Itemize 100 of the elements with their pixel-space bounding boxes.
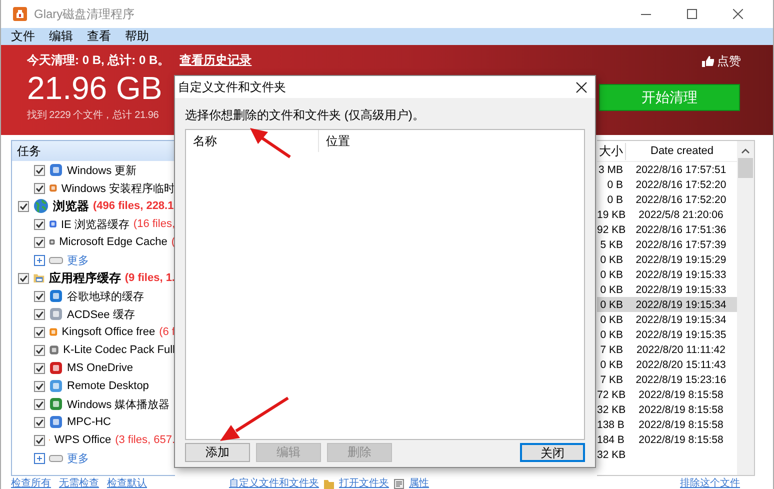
date-cell-text: 2022/8/16 17:52:20 [634,178,728,190]
checkbox[interactable] [34,362,45,374]
checkbox[interactable] [34,218,45,230]
task-label[interactable]: MPC-HC [67,416,111,428]
annotation-arrow [250,128,291,158]
date-cell-text: 2022/8/16 17:51:36 [634,224,728,236]
footer-link[interactable]: 打开文件夹 [339,478,389,489]
file-row[interactable]: 72 KB 2022/8/19 8:15:58 [597,387,737,402]
history-link[interactable]: 查看历史记录 [180,52,252,69]
file-row[interactable]: 5 KB 2022/8/16 17:57:39 [597,237,737,252]
task-label[interactable]: K-Lite Codec Pack Full [63,344,175,356]
task-label[interactable]: Kingsoft Office free [62,326,156,338]
date-cell-text: 2022/8/19 19:15:33 [634,284,728,296]
menu-item[interactable]: 编辑 [49,28,73,45]
checkbox[interactable] [34,434,45,446]
folder-icon [324,478,334,488]
file-row[interactable]: 19 KB 2022/5/8 21:20:06 [597,207,737,222]
menu-item[interactable]: 查看 [87,28,111,45]
checkbox[interactable] [34,344,45,356]
task-label[interactable]: 谷歌地球的缓存 [67,288,144,304]
file-row[interactable]: 138 B 2022/8/19 8:15:58 [597,417,737,432]
footer-link[interactable]: 自定义文件和文件夹 [229,478,319,489]
file-list[interactable]: 名称 位置 [185,129,585,440]
file-row[interactable]: 0 KB 2022/8/19 19:15:33 [597,267,737,282]
file-row[interactable]: 7 KB 2022/8/20 11:11:42 [597,342,737,357]
dialog-button[interactable]: 添加 [185,443,250,462]
footer-link[interactable]: 排除这个文件 [680,478,773,489]
file-row[interactable]: 0 KB 2022/8/19 19:15:29 [597,252,737,267]
task-label[interactable]: Windows 更新 [67,162,137,178]
size-cell: 19 KB [597,208,625,220]
panel-header: 任务 [12,141,175,161]
expand-icon[interactable] [34,452,45,464]
file-row[interactable]: 7 KB 2022/8/19 15:23:16 [597,372,737,387]
size-cell-text: 0 KB [599,298,624,310]
file-row[interactable]: 32 KB 2022/8/19 8:15:58 [597,402,737,417]
size-cell: 72 KB [597,388,625,400]
checkbox[interactable] [18,272,29,284]
like-link[interactable]: 点赞 [717,53,741,70]
file-row[interactable]: 0 KB 2022/8/19 19:15:35 [597,327,737,342]
size-cell: 92 KB [597,224,625,236]
date-cell-text: 2022/8/19 19:15:34 [634,298,728,310]
task-label[interactable]: MS OneDrive [67,362,134,374]
column-header[interactable]: Date created [626,145,737,157]
date-cell-text: 2022/8/20 15:11:43 [635,358,727,370]
task-label[interactable]: IE 浏览器缓存 [60,216,130,232]
expand-icon[interactable] [34,254,45,266]
group-stats: (496 files, 228.1 [93,200,174,212]
task-label[interactable]: Microsoft Edge Cache [59,236,168,248]
task-label[interactable]: WPS Office [54,434,112,446]
properties-icon [394,478,404,488]
task-stats: (16 files, [133,218,175,230]
checkbox[interactable] [18,200,29,212]
checkbox[interactable] [34,308,45,320]
column-header[interactable]: 位置 [319,130,350,152]
file-row[interactable]: 0 B 2022/8/16 17:52:20 [597,192,737,207]
size-cell-text: 0 KB [599,314,624,326]
column-header[interactable]: 大小 [597,142,626,160]
task-label[interactable]: Remote Desktop [67,380,149,392]
checkbox[interactable] [34,380,45,392]
checkbox[interactable] [34,182,45,194]
dialog-button[interactable]: 关闭 [520,443,585,462]
globe-icon [33,198,49,214]
group-label[interactable]: 浏览器 [53,198,89,214]
checkbox[interactable] [34,290,45,302]
task-label[interactable]: ACDSee 缓存 [67,306,135,322]
group-stats: (9 files, 1. [124,272,175,284]
checkbox[interactable] [34,416,45,428]
group-label[interactable]: 应用程序缓存 [48,270,121,286]
size-cell-text: 0 B [606,194,624,206]
size-cell: 138 B [597,418,625,430]
file-row[interactable]: 0 KB 2022/8/19 19:15:34 [597,297,737,312]
checkbox[interactable] [34,236,45,248]
task-label[interactable]: Windows 安装程序临时 [61,180,175,196]
file-row[interactable]: 0 KB 2022/8/20 15:11:43 [597,357,737,372]
footer-link[interactable]: 检查所有 [11,478,51,489]
scrollbar-thumb[interactable] [738,158,753,178]
more-link[interactable]: 更多 [67,450,89,466]
file-row[interactable]: 32 KB [597,447,737,462]
checkbox[interactable] [34,164,45,176]
date-cell-text: 2022/8/19 19:15:35 [634,328,728,340]
file-row[interactable]: 0 KB 2022/8/19 19:15:34 [597,312,737,327]
menu-item[interactable]: 文件 [11,28,35,45]
more-link[interactable]: 更多 [67,252,89,268]
size-cell: 32 KB [597,448,625,460]
file-row[interactable]: 3 MB 2022/8/16 17:57:51 [597,162,737,177]
date-cell-text: 2022/8/16 17:57:39 [634,238,728,250]
file-row[interactable]: 92 KB 2022/8/16 17:51:36 [597,222,737,237]
date-cell-text: 2022/8/19 19:15:33 [634,268,728,280]
footer-link[interactable]: 检查默认 [107,478,147,489]
file-row[interactable]: 0 KB 2022/8/19 19:15:33 [597,282,737,297]
checkbox[interactable] [34,398,45,410]
footer-link[interactable]: 属性 [409,478,429,489]
menu-item[interactable]: 帮助 [125,28,149,45]
file-row[interactable]: 0 B 2022/8/16 17:52:20 [597,177,737,192]
size-cell-text: 0 KB [599,254,624,266]
scroll-up-icon[interactable] [741,147,750,156]
footer-link[interactable]: 无需检查 [59,478,99,489]
checkbox[interactable] [34,326,45,338]
task-label[interactable]: Windows 媒体播放器 [67,396,170,412]
file-row[interactable]: 184 B 2022/8/19 8:15:58 [597,432,737,447]
